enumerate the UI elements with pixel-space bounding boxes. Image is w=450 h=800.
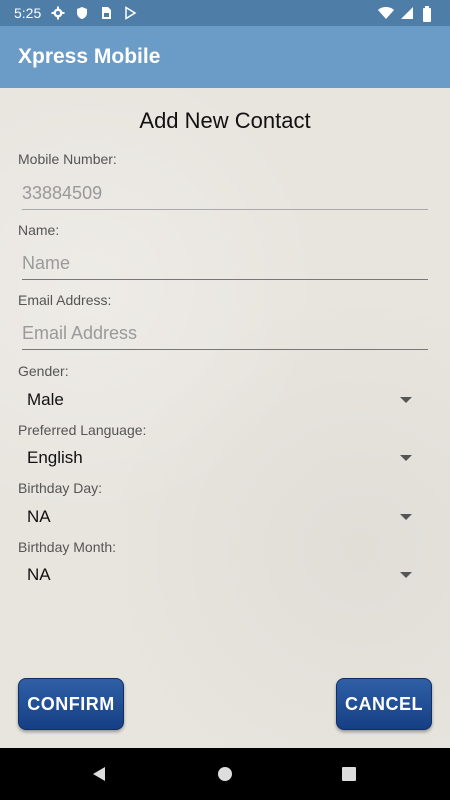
home-icon[interactable]	[217, 766, 233, 787]
birthday-day-select[interactable]: NA	[18, 502, 428, 532]
preferred-language-label: Preferred Language:	[18, 422, 147, 438]
battery-icon	[422, 6, 436, 22]
play-store-icon	[123, 6, 137, 20]
gender-value: Male	[27, 390, 64, 409]
mobile-number-field[interactable]	[22, 178, 428, 210]
shield-icon	[75, 6, 89, 20]
birthday-month-value: NA	[27, 565, 51, 584]
gender-label: Gender:	[18, 363, 69, 379]
gear-icon	[51, 6, 65, 20]
app-title: Xpress Mobile	[18, 45, 161, 68]
status-right	[378, 6, 436, 22]
confirm-button[interactable]: CONFIRM	[18, 678, 124, 730]
preferred-language-value: English	[27, 448, 83, 467]
name-label: Name:	[18, 222, 60, 238]
email-field[interactable]	[22, 318, 428, 350]
dropdown-arrow-icon	[400, 397, 412, 403]
status-left: 5:25	[14, 5, 137, 21]
cancel-button[interactable]: CANCEL	[336, 678, 432, 730]
name-field[interactable]	[22, 248, 428, 280]
status-bar: 5:25	[0, 0, 450, 26]
birthday-month-label: Birthday Month:	[18, 539, 117, 555]
preferred-language-select[interactable]: English	[18, 443, 428, 473]
dropdown-arrow-icon	[400, 514, 412, 520]
gender-select[interactable]: Male	[18, 385, 428, 415]
birthday-day-label: Birthday Day:	[18, 480, 103, 496]
add-contact-form: Add New Contact Mobile Number: Name: Ema…	[0, 88, 450, 748]
email-label: Email Address:	[18, 292, 112, 308]
recents-icon[interactable]	[341, 766, 357, 787]
birthday-day-value: NA	[27, 507, 51, 526]
mobile-number-label: Mobile Number:	[18, 151, 117, 167]
birthday-month-select[interactable]: NA	[18, 560, 428, 590]
navigation-bar	[0, 748, 450, 800]
app-bar: Xpress Mobile	[0, 26, 450, 88]
page-title: Add New Contact	[139, 108, 311, 133]
status-time: 5:25	[14, 5, 42, 21]
dropdown-arrow-icon	[400, 455, 412, 461]
back-icon[interactable]	[91, 766, 107, 787]
signal-icon	[400, 6, 414, 20]
dropdown-arrow-icon	[400, 572, 412, 578]
sim-card-icon	[99, 6, 113, 20]
wifi-icon	[378, 6, 394, 20]
